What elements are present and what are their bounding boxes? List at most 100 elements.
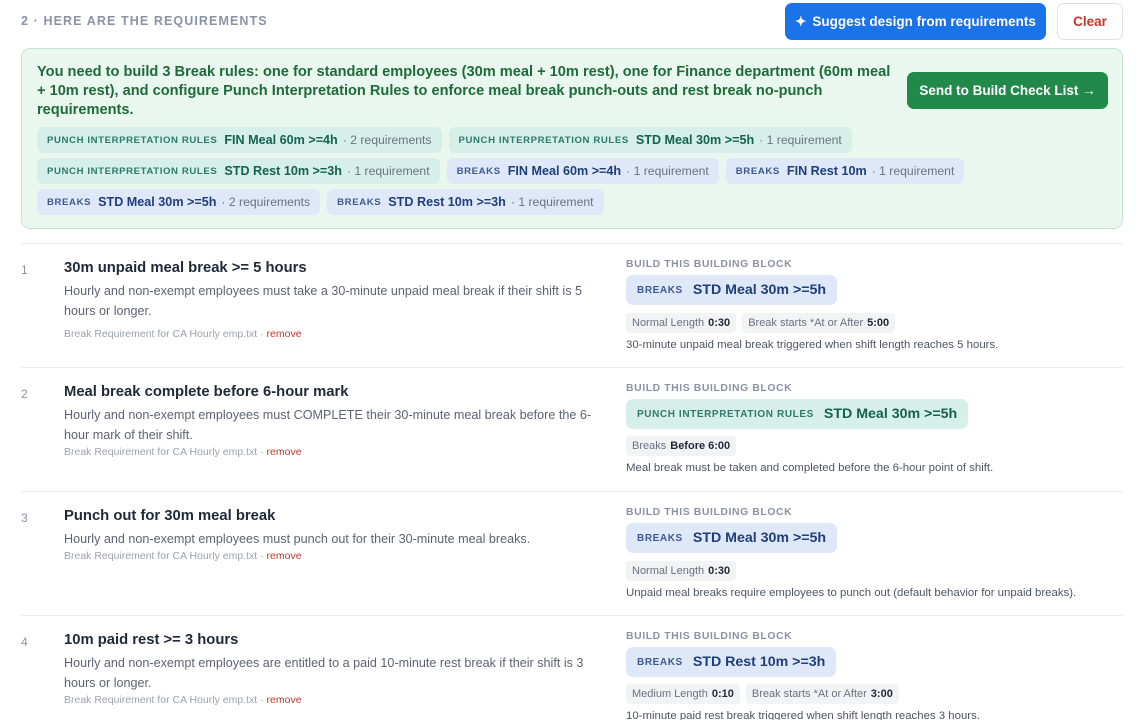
requirement-source: Break Requirement for CA Hourly emp.txt … — [64, 694, 302, 706]
requirement-row: 4 10m paid rest >= 3 hours Hourly and non-… — [21, 615, 1123, 720]
building-block-panel: BUILD THIS BUILDING BLOCK BREAKS STD Meal … — [626, 492, 1123, 616]
building-block-chip[interactable]: PUNCH INTERPRETATION RULES FIN Meal 60m >… — [37, 127, 442, 153]
chip-kind: BREAKS — [47, 196, 92, 208]
remove-link[interactable]: remove — [267, 328, 302, 340]
source-separator: · — [257, 694, 267, 706]
chip-name: FIN Rest 10m — [786, 164, 867, 178]
source-separator: · — [257, 328, 267, 340]
sparkle-icon: ✦ — [795, 13, 807, 29]
chip-count: · 2 requirements — [342, 133, 432, 147]
building-block-description: 30-minute unpaid meal break triggered wh… — [626, 339, 999, 351]
property-value: 3:00 — [870, 688, 893, 700]
chip-name: FIN Meal 60m >=4h — [224, 133, 338, 147]
requirement-source: Break Requirement for CA Hourly emp.txt … — [64, 328, 302, 340]
building-block-description: Meal break must be taken and completed b… — [626, 462, 994, 474]
source-separator: · — [257, 550, 267, 562]
building-block-chip[interactable]: BREAKS STD Rest 10m >=3h · 1 requirement — [327, 189, 604, 215]
chip-name: FIN Meal 60m >=4h — [507, 164, 622, 178]
remove-link[interactable]: remove — [267, 694, 302, 706]
send-to-build-checklist-button[interactable]: Send to Build Check List → — [907, 72, 1108, 109]
chip-kind: BREAKS — [637, 532, 683, 544]
chip-name: STD Rest 10m >=3h — [388, 195, 506, 209]
chip-kind: PUNCH INTERPRETATION RULES — [637, 408, 814, 420]
building-block-chip[interactable]: BREAKS FIN Meal 60m >=4h · 1 requirement — [446, 158, 719, 184]
requirement-title: 30m unpaid meal break >= 5 hours — [64, 260, 307, 276]
requirement-number: 4 — [21, 635, 28, 649]
source-file-name: Break Requirement for CA Hourly emp.txt — [64, 550, 258, 562]
property-label: Break starts *At or After — [751, 688, 867, 700]
chip-kind: PUNCH INTERPRETATION RULES — [47, 134, 218, 146]
chip-name: STD Meal 30m >=5h — [823, 406, 958, 422]
source-file-name: Break Requirement for CA Hourly emp.txt — [64, 328, 258, 340]
chip-name: STD Rest 10m >=3h — [692, 654, 826, 670]
chip-kind: PUNCH INTERPRETATION RULES — [458, 134, 629, 146]
chip-name: STD Rest 10m >=3h — [224, 164, 342, 178]
requirement-number: 3 — [21, 511, 28, 525]
building-block-panel: BUILD THIS BUILDING BLOCK PUNCH INTERPRET… — [626, 368, 1123, 492]
building-block-properties: Medium Length 0:10 Break starts *At or Aft… — [626, 684, 899, 704]
requirement-description: Hourly and non-exempt employees must COM… — [64, 408, 592, 442]
requirement-title: 10m paid rest >= 3 hours — [64, 632, 239, 648]
chip-kind: BREAKS — [637, 284, 683, 296]
building-block-chip[interactable]: PUNCH INTERPRETATION RULES STD Meal 30m >… — [626, 399, 969, 429]
building-block-label: BUILD THIS BUILDING BLOCK — [626, 383, 793, 394]
summary-text: You need to build 3 Break rules: one for… — [37, 64, 891, 118]
suggest-design-label: Suggest design from requirements — [812, 14, 1036, 29]
requirement-source: Break Requirement for CA Hourly emp.txt … — [64, 446, 302, 458]
requirement-number: 2 — [21, 387, 28, 401]
source-separator: · — [257, 446, 267, 458]
building-block-chip[interactable]: BREAKS STD Rest 10m >=3h — [626, 647, 837, 677]
building-block-panel: BUILD THIS BUILDING BLOCK BREAKS STD Meal … — [626, 244, 1123, 368]
summary-chip-row: PUNCH INTERPRETATION RULES STD Rest 10m >… — [37, 158, 1112, 184]
property-tag: Normal Length 0:30 — [626, 313, 737, 333]
chip-count: · 1 requirement — [346, 164, 430, 178]
building-block-chip[interactable]: BREAKS STD Meal 30m >=5h — [626, 275, 838, 305]
requirement-row: 3 Punch out for 30m meal break Hourly and … — [21, 491, 1123, 615]
building-block-description: Unpaid meal breaks require employees to … — [626, 587, 1077, 599]
building-block-panel: BUILD THIS BUILDING BLOCK BREAKS STD Rest … — [626, 616, 1123, 720]
remove-link[interactable]: remove — [267, 550, 302, 562]
chip-count: · 1 requirement — [759, 133, 842, 147]
chip-name: STD Meal 30m >=5h — [635, 133, 755, 147]
chip-count: · 1 requirement — [626, 164, 709, 178]
requirement-number: 1 — [21, 263, 28, 277]
requirement-row: 2 Meal break complete before 6-hour mark H… — [21, 367, 1123, 491]
remove-link[interactable]: remove — [267, 446, 302, 458]
requirement-description: Hourly and non-exempt employees are enti… — [64, 656, 584, 690]
building-block-properties: Normal Length 0:30 Break starts *At or Aft… — [626, 313, 896, 333]
requirement-description: Hourly and non-exempt employees must pun… — [64, 532, 531, 546]
building-block-label: BUILD THIS BUILDING BLOCK — [626, 507, 793, 518]
summary-chip-row: BREAKS STD Meal 30m >=5h · 2 requirements B… — [37, 189, 1112, 215]
property-tag: Normal Length 0:30 — [626, 561, 737, 581]
property-tag: Breaks Before 6:00 — [626, 436, 737, 456]
chip-kind: BREAKS — [735, 165, 780, 177]
chip-count: · 1 requirement — [871, 164, 955, 178]
building-block-chip[interactable]: BREAKS STD Meal 30m >=5h · 2 requirements — [37, 189, 321, 215]
clear-button[interactable]: Clear — [1057, 3, 1123, 40]
requirement-title: Punch out for 30m meal break — [64, 508, 276, 524]
building-block-label: BUILD THIS BUILDING BLOCK — [626, 631, 793, 642]
summary-chip-row: PUNCH INTERPRETATION RULES FIN Meal 60m >… — [37, 127, 1112, 153]
chip-name: STD Meal 30m >=5h — [692, 282, 827, 298]
building-block-chip[interactable]: BREAKS STD Meal 30m >=5h — [626, 523, 838, 553]
chip-kind: BREAKS — [637, 656, 683, 668]
building-block-description: 10-minute paid rest break triggered when… — [626, 710, 980, 720]
property-label: Normal Length — [632, 565, 705, 577]
suggest-design-button[interactable]: ✦ Suggest design from requirements — [785, 3, 1046, 40]
building-block-chip[interactable]: BREAKS FIN Rest 10m · 1 requirement — [725, 158, 965, 184]
source-file-name: Break Requirement for CA Hourly emp.txt — [64, 694, 258, 706]
property-value: Before 6:00 — [670, 440, 731, 452]
requirements-list: 1 30m unpaid meal break >= 5 hours Hourly … — [21, 243, 1123, 720]
section-header: 2 · HERE ARE THE REQUIREMENTS ✦ Suggest … — [21, 0, 1123, 42]
chip-count: · 2 requirements — [221, 195, 311, 209]
chip-kind: BREAKS — [337, 196, 382, 208]
building-block-chip[interactable]: PUNCH INTERPRETATION RULES STD Rest 10m >… — [37, 158, 440, 184]
property-value: 0:30 — [708, 565, 731, 577]
section-title: 2 · HERE ARE THE REQUIREMENTS — [21, 14, 268, 28]
property-value: 0:30 — [708, 317, 731, 329]
building-block-label: BUILD THIS BUILDING BLOCK — [626, 259, 793, 270]
chip-name: STD Meal 30m >=5h — [98, 195, 217, 209]
property-tag: Medium Length 0:10 — [626, 684, 740, 704]
building-block-chip[interactable]: PUNCH INTERPRETATION RULES STD Meal 30m >… — [448, 127, 852, 153]
property-label: Break starts *At or After — [748, 317, 864, 329]
